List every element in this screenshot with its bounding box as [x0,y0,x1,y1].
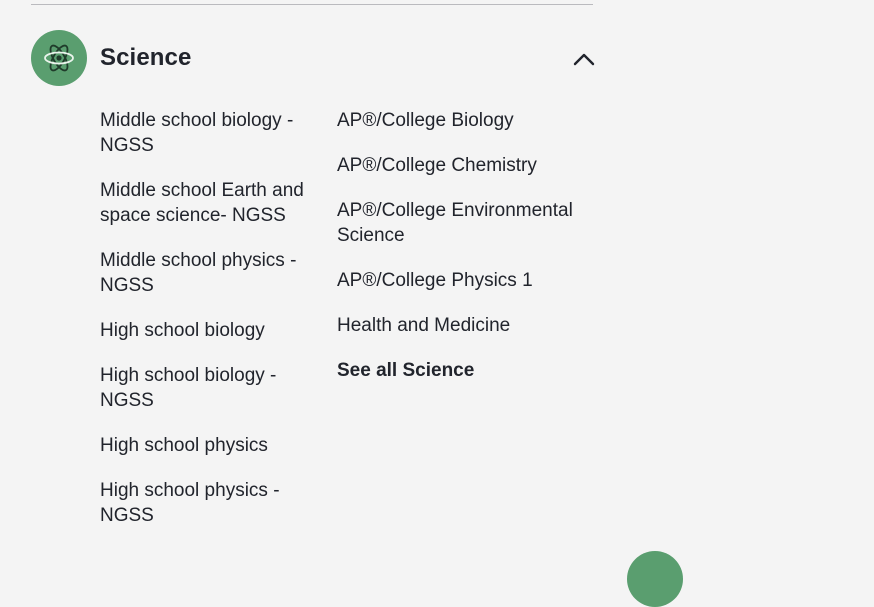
course-link[interactable]: Middle school biology - NGSS [100,108,325,158]
course-link[interactable]: Middle school physics - NGSS [100,248,325,298]
science-subject-badge [31,30,87,86]
course-list-right: AP®/College Biology AP®/College Chemistr… [337,108,597,403]
course-link[interactable]: AP®/College Biology [337,108,597,133]
course-link[interactable]: High school biology - NGSS [100,363,325,413]
course-link[interactable]: AP®/College Environmental Science [337,198,597,248]
section-title: Science [100,44,192,71]
next-subject-badge [627,551,683,607]
section-divider [31,4,593,5]
atom-icon [44,44,74,72]
list-item: High school biology [100,318,325,343]
course-link[interactable]: High school physics [100,433,325,458]
list-item: High school biology - NGSS [100,363,325,413]
list-item: AP®/College Environmental Science [337,198,597,248]
see-all-science-link[interactable]: See all Science [337,358,597,383]
course-link[interactable]: AP®/College Chemistry [337,153,597,178]
list-item: See all Science [337,358,597,383]
list-item: High school physics - NGSS [100,478,325,528]
list-item: AP®/College Biology [337,108,597,133]
course-link[interactable]: High school biology [100,318,325,343]
collapse-toggle[interactable] [571,46,597,72]
list-item: AP®/College Chemistry [337,153,597,178]
list-item: High school physics [100,433,325,458]
list-item: AP®/College Physics 1 [337,268,597,293]
course-link[interactable]: Middle school Earth and space science- N… [100,178,325,228]
course-list-left: Middle school biology - NGSS Middle scho… [100,108,325,548]
list-item: Middle school physics - NGSS [100,248,325,298]
course-link[interactable]: Health and Medicine [337,313,597,338]
course-link[interactable]: AP®/College Physics 1 [337,268,597,293]
science-section-header[interactable]: Science [31,30,597,86]
list-item: Health and Medicine [337,313,597,338]
list-item: Middle school biology - NGSS [100,108,325,158]
chevron-up-icon [573,53,595,66]
course-link[interactable]: High school physics - NGSS [100,478,325,528]
list-item: Middle school Earth and space science- N… [100,178,325,228]
